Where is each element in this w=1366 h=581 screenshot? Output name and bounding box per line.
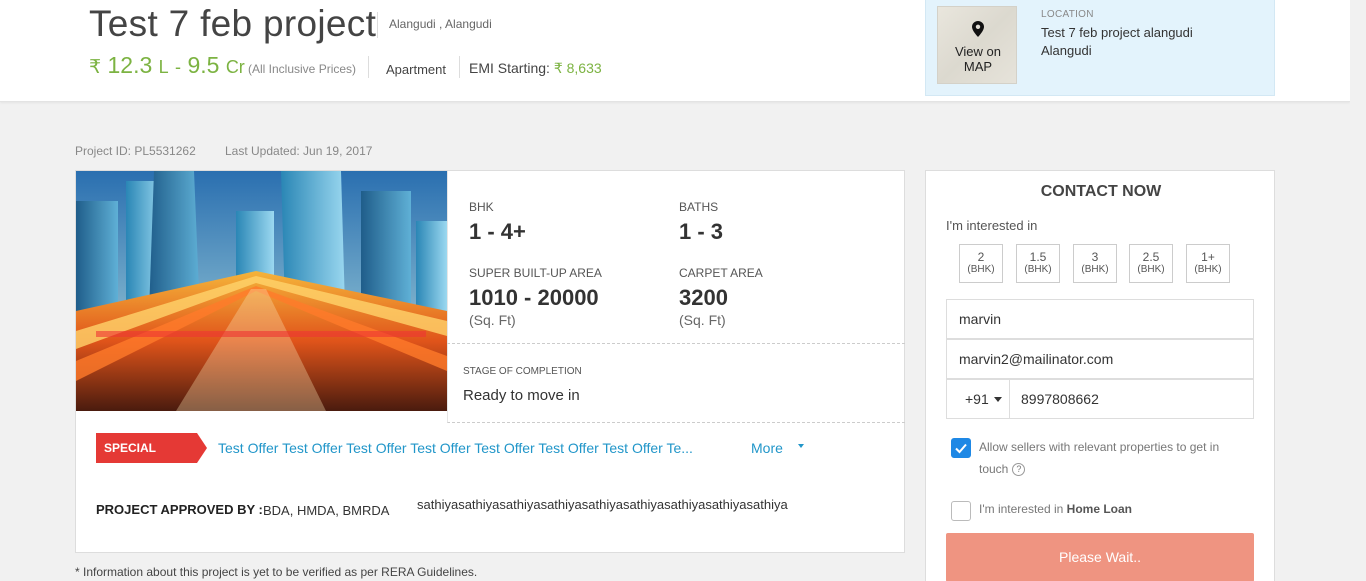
divider bbox=[377, 12, 378, 38]
stage-of-completion: STAGE OF COMPLETION Ready to move in bbox=[447, 343, 905, 423]
project-id: Project ID: PL5531262 bbox=[75, 144, 196, 158]
bhk-option-number: 2.5 bbox=[1142, 250, 1160, 264]
chevron-down-icon[interactable] bbox=[798, 444, 804, 448]
offer-more-link[interactable]: More bbox=[751, 440, 783, 456]
location-value-line1: Test 7 feb project alangudi bbox=[1041, 25, 1193, 40]
bhk-option[interactable]: 2.5 (BHK) bbox=[1129, 244, 1173, 283]
project-facts: BHK 1 - 4+ BATHS 1 - 3 SUPER BUILT-UP AR… bbox=[447, 171, 905, 343]
last-updated: Last Updated: Jun 19, 2017 bbox=[225, 144, 373, 158]
submit-button[interactable]: Please Wait.. bbox=[946, 533, 1254, 581]
fact-unit: (Sq. Ft) bbox=[469, 312, 516, 328]
location-label: LOCATION bbox=[1041, 9, 1094, 20]
fact-carpet-area: CARPET AREA 3200 (Sq. Ft) bbox=[679, 266, 763, 328]
approved-by-label: PROJECT APPROVED BY : bbox=[96, 502, 263, 517]
location-value: Test 7 feb project alangudi Alangudi bbox=[1041, 24, 1251, 60]
bhk-option[interactable]: 1.5 (BHK) bbox=[1016, 244, 1060, 283]
allow-sellers-label: Allow sellers with relevant properties t… bbox=[979, 436, 1219, 480]
project-card: BHK 1 - 4+ BATHS 1 - 3 SUPER BUILT-UP AR… bbox=[75, 170, 905, 553]
page-scrollbar[interactable] bbox=[1350, 0, 1366, 581]
special-offer-text[interactable]: Test Offer Test Offer Test Offer Test Of… bbox=[218, 440, 693, 456]
fact-baths: BATHS 1 - 3 bbox=[679, 200, 723, 245]
bhk-option-unit: (BHK) bbox=[967, 264, 995, 275]
emi-label: EMI Starting: bbox=[469, 60, 550, 76]
emi-value: ₹ 8,633 bbox=[553, 60, 602, 76]
map-label-line2: MAP bbox=[963, 59, 993, 74]
approved-by-value: BDA, HMDA, BMRDA bbox=[263, 503, 390, 518]
contact-form: CONTACT NOW I'm interested in 2 (BHK) 1.… bbox=[925, 170, 1275, 581]
allow-sellers-line2: touch bbox=[979, 462, 1009, 476]
price-max: 9.5 bbox=[187, 52, 220, 78]
bhk-option-number: 2 bbox=[977, 250, 985, 264]
fact-bhk: BHK 1 - 4+ bbox=[469, 200, 526, 245]
bhk-option-number: 3 bbox=[1091, 250, 1099, 264]
fact-label: CARPET AREA bbox=[679, 266, 763, 280]
phone-row: +91 8997808662 bbox=[946, 379, 1254, 419]
allow-sellers-line1: Allow sellers with relevant properties t… bbox=[979, 440, 1220, 454]
bhk-option[interactable]: 3 (BHK) bbox=[1073, 244, 1117, 283]
fact-label: SUPER BUILT-UP AREA bbox=[469, 266, 602, 280]
bhk-option-unit: (BHK) bbox=[1081, 264, 1109, 275]
property-type: Apartment bbox=[386, 62, 446, 77]
bhk-option[interactable]: 2 (BHK) bbox=[959, 244, 1003, 283]
map-label-line1: View on bbox=[954, 44, 1001, 59]
contact-title: CONTACT NOW bbox=[1040, 183, 1162, 200]
rera-note: * Information about this project is yet … bbox=[75, 565, 478, 579]
divider bbox=[459, 56, 460, 78]
chevron-down-icon[interactable] bbox=[994, 397, 1002, 402]
interest-label: I'm interested in bbox=[946, 218, 1038, 233]
allow-sellers-line2-wrap: touch? bbox=[979, 458, 1219, 480]
project-header: Test 7 feb project Alangudi , Alangudi ₹… bbox=[0, 0, 1350, 102]
home-loan-prefix: I'm interested in bbox=[979, 502, 1064, 516]
fact-value: 1 - 4+ bbox=[469, 219, 526, 244]
bhk-option-unit: (BHK) bbox=[1137, 264, 1165, 275]
help-icon[interactable]: ? bbox=[1012, 463, 1026, 477]
project-locality: Alangudi , Alangudi bbox=[389, 17, 492, 31]
map-label: View on MAP bbox=[938, 44, 1018, 74]
price-range: ₹ 12.3 L - 9.5 Cr bbox=[89, 52, 245, 79]
price-separator: - bbox=[175, 57, 182, 77]
view-on-map-button[interactable]: View on MAP bbox=[937, 6, 1017, 84]
home-loan-checkbox[interactable] bbox=[951, 501, 971, 521]
bhk-option-unit: (BHK) bbox=[1024, 264, 1052, 275]
project-photo[interactable] bbox=[76, 171, 447, 411]
page-title: Test 7 feb project bbox=[89, 3, 377, 44]
fact-value: 3200 bbox=[679, 285, 728, 310]
price-note: (All Inclusive Prices) bbox=[248, 62, 357, 76]
bhk-option-unit: (BHK) bbox=[1194, 264, 1222, 275]
price-min: 12.3 bbox=[107, 52, 153, 78]
fact-super-builtup-area: SUPER BUILT-UP AREA 1010 - 20000 (Sq. Ft… bbox=[469, 266, 602, 328]
emi-info: EMI Starting: ₹ 8,633 bbox=[469, 60, 602, 77]
home-loan-label: I'm interested in Home Loan bbox=[979, 498, 1132, 520]
city-night-image bbox=[76, 171, 447, 411]
phone-field[interactable]: 8997808662 bbox=[1021, 380, 1099, 418]
location-value-line2: Alangudi bbox=[1041, 43, 1092, 58]
approved-by-extra: sathiyasathiyasathiyasathiyasathiyasathi… bbox=[417, 497, 788, 512]
fact-unit: (Sq. Ft) bbox=[679, 312, 726, 328]
bhk-option-number: 1+ bbox=[1201, 250, 1215, 264]
location-box: View on MAP LOCATION Test 7 feb project … bbox=[925, 0, 1275, 96]
bhk-option-number: 1.5 bbox=[1029, 250, 1047, 264]
rupee-symbol: ₹ bbox=[89, 57, 102, 78]
allow-sellers-checkbox[interactable] bbox=[951, 438, 971, 458]
name-field[interactable]: marvin bbox=[946, 299, 1254, 339]
checkmark-icon bbox=[955, 443, 967, 454]
divider bbox=[368, 56, 369, 78]
fact-label: BATHS bbox=[679, 200, 719, 214]
price-min-unit: L bbox=[158, 57, 169, 77]
fact-label: BHK bbox=[469, 200, 494, 214]
stage-label: STAGE OF COMPLETION bbox=[463, 366, 582, 377]
fact-value: 1010 - 20000 bbox=[469, 285, 599, 310]
fact-value: 1 - 3 bbox=[679, 219, 724, 244]
price-max-unit: Cr bbox=[225, 57, 245, 77]
stage-value: Ready to move in bbox=[463, 387, 580, 404]
map-pin-icon bbox=[972, 21, 984, 37]
bhk-option[interactable]: 1+ (BHK) bbox=[1186, 244, 1230, 283]
special-offer-badge: SPECIAL OFFER bbox=[96, 433, 207, 485]
email-field[interactable]: marvin2@mailinator.com bbox=[946, 339, 1254, 379]
home-loan-bold: Home Loan bbox=[1066, 502, 1133, 516]
